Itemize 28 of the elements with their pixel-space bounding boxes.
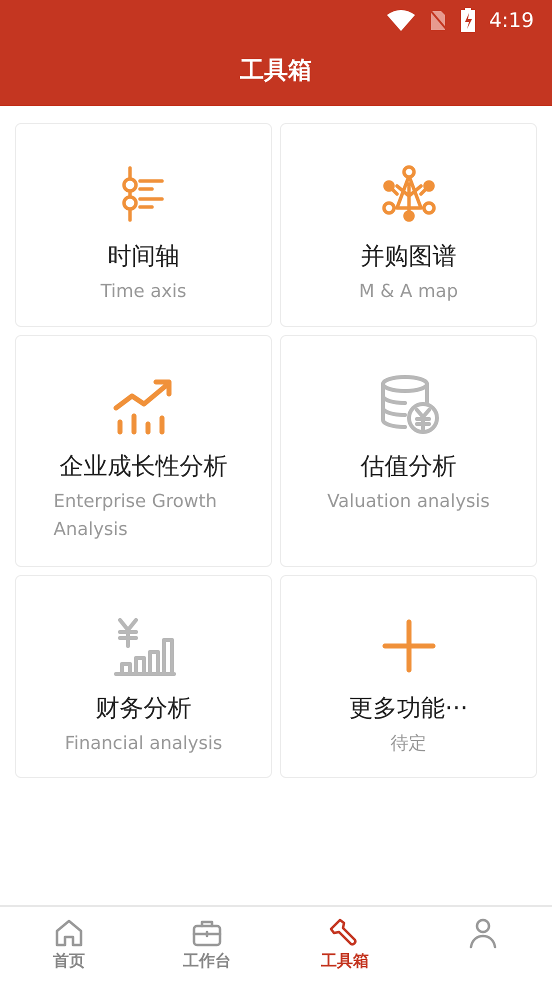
tool-title: 企业成长性分析 bbox=[60, 451, 228, 482]
tab-item[interactable]: 首页 bbox=[0, 907, 138, 981]
page-title: 工具箱 bbox=[240, 55, 312, 86]
tool-title: 财务分析 bbox=[96, 693, 192, 724]
tab-item[interactable]: 工作台 bbox=[138, 907, 276, 981]
tool-card[interactable]: 估值分析 Valuation analysis bbox=[280, 335, 537, 567]
tool-title: 更多功能··· bbox=[349, 693, 468, 724]
tool-subtitle: Enterprise Growth Analysis bbox=[54, 490, 218, 542]
no-sim-icon bbox=[429, 9, 448, 31]
tool-title: 时间轴 bbox=[108, 241, 180, 272]
tab-item[interactable]: 工具箱 bbox=[276, 907, 414, 981]
tool-subtitle: 待定 bbox=[390, 732, 426, 756]
tool-subtitle: Valuation analysis bbox=[327, 490, 490, 514]
tool-subtitle: M & A map bbox=[358, 280, 458, 304]
tool-card[interactable]: 企业成长性分析 Enterprise Growth Analysis bbox=[15, 335, 272, 567]
tool-title: 估值分析 bbox=[360, 451, 456, 482]
tool-subtitle: Financial analysis bbox=[64, 732, 222, 756]
tool-card[interactable]: 更多功能··· 待定 bbox=[280, 575, 537, 778]
tool-title: 并购图谱 bbox=[360, 241, 456, 272]
home-icon bbox=[53, 917, 85, 949]
tool-card[interactable]: 时间轴 Time axis bbox=[15, 123, 272, 327]
tool-card[interactable]: 财务分析 Financial analysis bbox=[15, 575, 272, 778]
person-icon bbox=[467, 917, 499, 949]
battery-charging-icon bbox=[461, 8, 476, 32]
wifi-icon bbox=[387, 9, 416, 31]
status-time: 4:19 bbox=[489, 8, 534, 32]
tool-subtitle: Time axis bbox=[100, 280, 186, 304]
tool-card[interactable]: 并购图谱 M & A map bbox=[280, 123, 537, 327]
